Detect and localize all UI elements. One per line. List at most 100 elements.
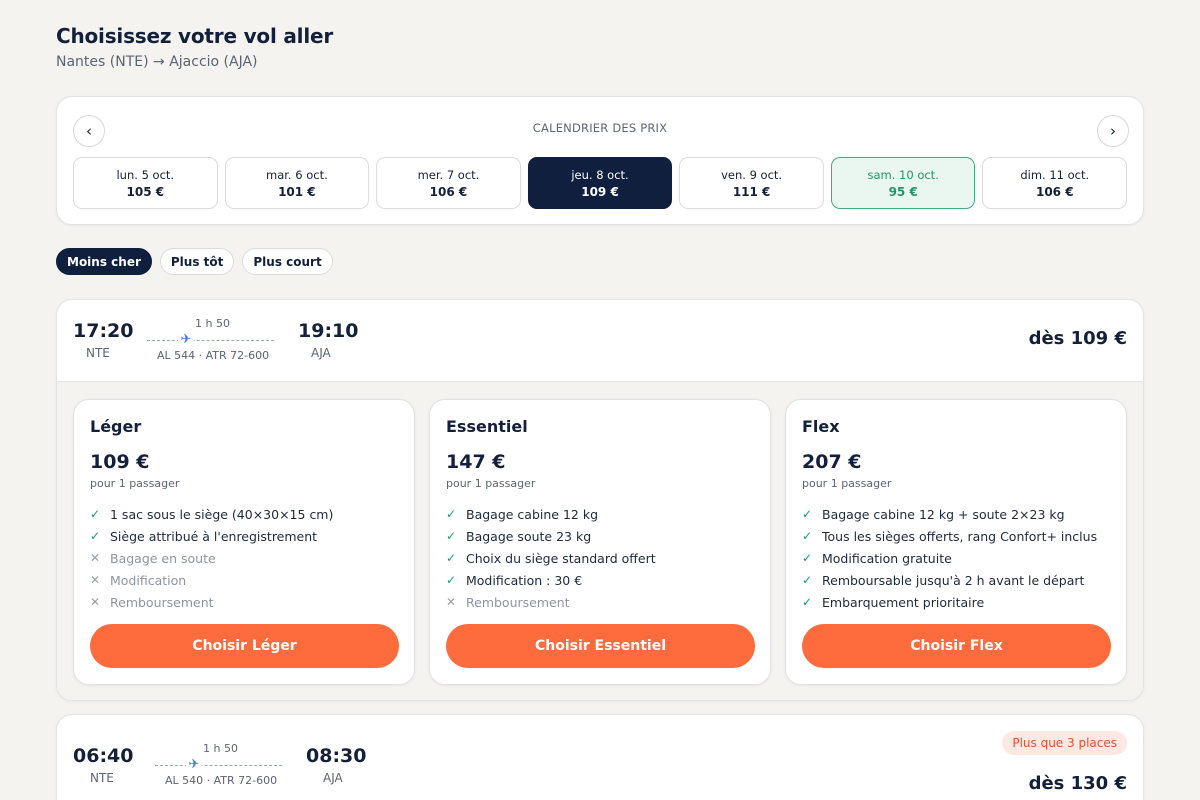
feature-item: ✕ Remboursement <box>90 591 333 613</box>
fare-per-passenger: pour 1 passager <box>90 477 180 490</box>
seats-left-badge: Plus que 3 places <box>1002 731 1127 755</box>
fare-card-leger: Léger 109 € pour 1 passager ✓ 1 sac sous … <box>73 399 415 685</box>
fare-price: 207 € <box>802 451 862 473</box>
check-icon: ✓ <box>802 595 813 609</box>
cross-icon: ✕ <box>90 595 101 609</box>
from-price: dès 109 € <box>1028 328 1127 349</box>
day-price: 95 € <box>888 184 918 199</box>
feature-text: Bagage soute 23 kg <box>466 528 592 544</box>
day-label: jeu. 8 oct. <box>571 167 629 182</box>
arrival-airport: AJA <box>323 771 343 785</box>
day-price: 105 € <box>126 184 165 199</box>
feature-text: Bagage cabine 12 kg <box>466 506 599 522</box>
calendar-day[interactable]: ven. 9 oct. 111 € <box>679 157 824 209</box>
filter-earliest[interactable]: Plus tôt <box>159 248 235 275</box>
plane-icon: ✈ <box>186 758 202 772</box>
fare-features: ✓ Bagage cabine 12 kg + soute 2×23 kg ✓ To… <box>802 503 1097 613</box>
fare-card-flex: Flex 207 € pour 1 passager ✓ Bagage cabin… <box>785 399 1127 685</box>
filter-cheapest[interactable]: Moins cher <box>56 248 152 275</box>
feature-text: Choix du siège standard offert <box>466 550 656 566</box>
sort-filters: Moins cher Plus tôt Plus court <box>56 248 333 275</box>
day-label: ven. 9 oct. <box>721 167 783 182</box>
day-label: lun. 5 oct. <box>116 167 175 182</box>
feature-text: Modification gratuite <box>822 550 952 566</box>
chevron-right-icon: › <box>1110 122 1116 140</box>
flight-card[interactable]: 06:40 NTE 1 h 50 ✈ AL 540 · ATR 72-600 0… <box>56 714 1144 800</box>
plane-icon: ✈ <box>178 333 194 347</box>
choose-leger-button[interactable]: Choisir Léger <box>90 624 399 668</box>
departure-airport: NTE <box>90 771 114 785</box>
feature-text: 1 sac sous le siège (40×30×15 cm) <box>110 506 334 522</box>
departure-time: 06:40 <box>73 745 134 767</box>
departure-airport: NTE <box>86 346 110 360</box>
feature-item: ✓ Bagage soute 23 kg <box>446 525 656 547</box>
route-line <box>155 765 282 766</box>
feature-text: Bagage en soute <box>110 550 216 566</box>
from-price: dès 130 € <box>1028 773 1127 794</box>
flight-card: 17:20 NTE 1 h 50 ✈ AL 544 · ATR 72-600 1… <box>56 299 1144 701</box>
calendar-title: CALENDRIER DES PRIX <box>532 121 668 135</box>
calendar-days: lun. 5 oct. 105 € mar. 6 oct. 101 € mer.… <box>73 157 1128 209</box>
feature-text: Bagage cabine 12 kg + soute 2×23 kg <box>822 506 1065 522</box>
arrival-airport: AJA <box>311 346 331 360</box>
feature-item: ✕ Remboursement <box>446 591 656 613</box>
check-icon: ✓ <box>90 529 101 543</box>
feature-item: ✓ Modification : 30 € <box>446 569 656 591</box>
calendar-day-cheapest[interactable]: sam. 10 oct. 95 € <box>830 157 976 209</box>
fare-features: ✓ 1 sac sous le siège (40×30×15 cm) ✓ Sièg… <box>90 503 333 613</box>
feature-item: ✓ Choix du siège standard offert <box>446 547 656 569</box>
flight-number: AL 540 · ATR 72-600 <box>165 774 278 787</box>
day-label: sam. 10 oct. <box>867 167 939 182</box>
fare-name: Léger <box>90 417 142 436</box>
calendar-day[interactable]: mar. 6 oct. 101 € <box>224 157 370 209</box>
day-label: dim. 11 oct. <box>1020 167 1090 182</box>
fare-price: 147 € <box>446 451 506 473</box>
feature-text: Embarquement prioritaire <box>822 594 985 610</box>
calendar-next-button[interactable]: › <box>1097 115 1129 147</box>
page-title: Choisissez votre vol aller <box>56 24 334 48</box>
feature-text: Remboursable jusqu'à 2 h avant le départ <box>822 572 1085 588</box>
feature-text: Remboursement <box>466 594 570 610</box>
check-icon: ✓ <box>802 529 813 543</box>
calendar-day[interactable]: dim. 11 oct. 106 € <box>982 157 1128 209</box>
price-calendar: ‹ CALENDRIER DES PRIX › lun. 5 oct. 105 … <box>56 96 1144 225</box>
fare-per-passenger: pour 1 passager <box>446 477 536 490</box>
feature-item: ✓ Embarquement prioritaire <box>802 591 1097 613</box>
day-price: 109 € <box>581 184 619 199</box>
day-price: 111 € <box>732 184 771 199</box>
feature-item: ✓ Modification gratuite <box>802 547 1097 569</box>
day-price: 101 € <box>278 184 316 199</box>
fare-price: 109 € <box>90 451 150 473</box>
fare-per-passenger: pour 1 passager <box>802 477 892 490</box>
check-icon: ✓ <box>446 573 457 587</box>
route-subtitle: Nantes (NTE) → Ajaccio (AJA) <box>56 54 258 70</box>
check-icon: ✓ <box>802 551 813 565</box>
calendar-day[interactable]: mer. 7 oct. 106 € <box>376 157 521 209</box>
fare-features: ✓ Bagage cabine 12 kg ✓ Bagage soute 23 kg… <box>446 503 656 613</box>
day-price: 106 € <box>1035 184 1074 199</box>
route-line <box>147 340 274 341</box>
flight-summary[interactable]: 17:20 NTE 1 h 50 ✈ AL 544 · ATR 72-600 1… <box>57 300 1143 382</box>
flight-number: AL 544 · ATR 72-600 <box>157 349 270 362</box>
flight-duration: 1 h 50 <box>203 742 238 755</box>
check-icon: ✓ <box>446 507 457 521</box>
day-price: 106 € <box>429 184 468 199</box>
fare-name: Flex <box>802 417 840 436</box>
choose-flex-button[interactable]: Choisir Flex <box>802 624 1111 668</box>
cross-icon: ✕ <box>90 573 101 587</box>
day-label: mar. 6 oct. <box>266 167 328 182</box>
cross-icon: ✕ <box>90 551 101 565</box>
feature-item: ✓ Tous les sièges offerts, rang Confort+ … <box>802 525 1097 547</box>
calendar-day[interactable]: lun. 5 oct. 105 € <box>73 157 218 209</box>
day-label: mer. 7 oct. <box>417 167 480 182</box>
check-icon: ✓ <box>90 507 101 521</box>
filter-shortest[interactable]: Plus court <box>242 248 333 275</box>
feature-text: Siège attribué à l'enregistrement <box>110 528 318 544</box>
feature-item: ✓ 1 sac sous le siège (40×30×15 cm) <box>90 503 333 525</box>
feature-item: ✕ Bagage en soute <box>90 547 333 569</box>
choose-essentiel-button[interactable]: Choisir Essentiel <box>446 624 755 668</box>
check-icon: ✓ <box>446 529 457 543</box>
feature-text: Remboursement <box>110 594 214 610</box>
feature-item: ✓ Remboursable jusqu'à 2 h avant le dépar… <box>802 569 1097 591</box>
calendar-day-selected[interactable]: jeu. 8 oct. 109 € <box>527 157 673 209</box>
